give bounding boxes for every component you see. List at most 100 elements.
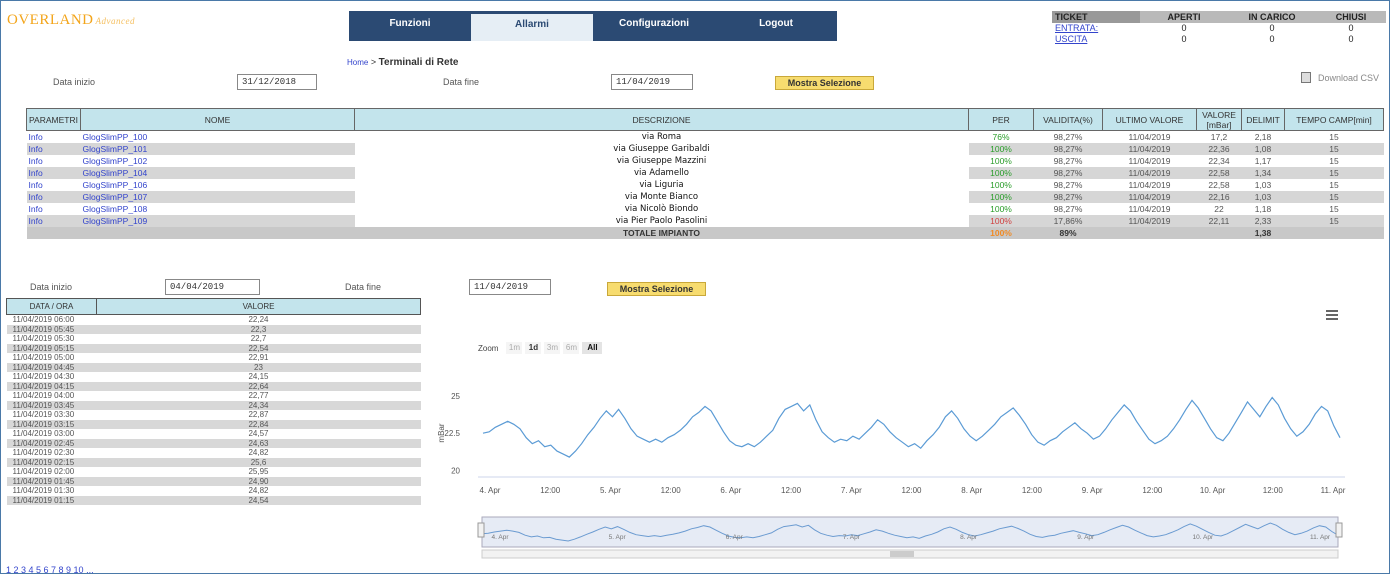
navigator-tick-label: 7. Apr bbox=[843, 534, 861, 541]
start-date-input-2[interactable]: 04/04/2019 bbox=[165, 279, 260, 295]
table-row: 11/04/2019 05:15 22,54 bbox=[6, 343, 421, 353]
table-row: 11/04/2019 03:15 22,84 bbox=[6, 419, 421, 429]
column-header[interactable]: DATA / ORA bbox=[6, 298, 97, 315]
terminal-name-link[interactable]: GlogSlimPP_101 bbox=[80, 142, 355, 155]
column-header[interactable]: TEMPO CAMP[min] bbox=[1284, 108, 1384, 131]
table-row[interactable]: Info GlogSlimPP_106 via Liguria 100% 98,27% 1… bbox=[27, 178, 1384, 191]
ticket-header: IN CARICO bbox=[1228, 11, 1316, 23]
table-row: 11/04/2019 04:15 22,64 bbox=[6, 381, 421, 391]
x-tick-label: 6. Apr bbox=[720, 486, 741, 495]
end-date-input[interactable]: 11/04/2019 bbox=[611, 74, 693, 90]
info-link[interactable]: Info bbox=[26, 190, 81, 203]
start-date-input[interactable]: 31/12/2018 bbox=[237, 74, 317, 90]
terminal-name-link[interactable]: GlogSlimPP_104 bbox=[80, 166, 355, 179]
ticket-link-entrata[interactable]: ENTRATA: bbox=[1052, 23, 1140, 34]
per-value: 100% bbox=[968, 142, 1034, 155]
delimit-value: 1,34 bbox=[1241, 166, 1285, 179]
column-header[interactable]: VALIDITA(%) bbox=[1033, 108, 1103, 131]
column-header[interactable]: VALORE [mBar] bbox=[1196, 108, 1242, 131]
table-row: 11/04/2019 04:45 23 bbox=[6, 362, 421, 372]
per-value: 100% bbox=[968, 166, 1034, 179]
table-row[interactable]: Info GlogSlimPP_101 via Giuseppe Garibaldi… bbox=[26, 142, 1384, 155]
spacer bbox=[26, 226, 81, 239]
x-tick-label: 9. Apr bbox=[1082, 486, 1103, 495]
nav-item-configurazioni[interactable]: Configurazioni bbox=[593, 11, 715, 41]
datetime-cell: 11/04/2019 01:45 bbox=[6, 476, 97, 486]
navigator-tick-label: 11. Apr bbox=[1310, 534, 1331, 541]
delimit-value: 2,33 bbox=[1241, 214, 1285, 227]
last-value: 11/04/2019 bbox=[1128, 131, 1171, 142]
nav-item-logout[interactable]: Logout bbox=[715, 11, 837, 41]
pressure-line-chart: mBar2522.5204. Apr 12:00 5. Apr 12:00 6. Apr… bbox=[437, 392, 1346, 559]
datetime-cell: 11/04/2019 03:30 bbox=[12, 410, 75, 419]
breadcrumb-separator: > bbox=[370, 57, 377, 67]
hamburger-menu-icon[interactable] bbox=[1326, 310, 1338, 320]
zoom-button-1d[interactable]: 1d bbox=[525, 342, 542, 354]
value-cell: 22,87 bbox=[248, 410, 269, 419]
datetime-cell: 11/04/2019 02:30 bbox=[12, 448, 75, 457]
info-link[interactable]: Info bbox=[27, 131, 81, 143]
terminal-name-link[interactable]: GlogSlimPP_106 bbox=[81, 179, 355, 191]
table-row[interactable]: Info GlogSlimPP_100 via Roma 76% 98,27% 11/04… bbox=[27, 130, 1384, 143]
brand-logo[interactable]: OVERLAND Advanced bbox=[7, 12, 135, 29]
column-header[interactable]: NOME bbox=[80, 108, 355, 131]
ticket-link-uscita[interactable]: USCITA bbox=[1052, 34, 1140, 45]
table-row[interactable]: Info GlogSlimPP_102 via Giuseppe Mazzini 10… bbox=[27, 154, 1384, 167]
info-link[interactable]: Info bbox=[26, 166, 81, 179]
info-link[interactable]: Info bbox=[26, 214, 81, 227]
zoom-button-1m[interactable]: 1m bbox=[506, 342, 523, 354]
per-value: 100% bbox=[990, 179, 1012, 190]
terminal-name-link[interactable]: GlogSlimPP_109 bbox=[80, 214, 355, 227]
info-link[interactable]: Info bbox=[26, 142, 81, 155]
breadcrumb-home[interactable]: Home bbox=[347, 58, 368, 67]
navigator-window bbox=[481, 516, 1339, 548]
terminal-name-link[interactable]: GlogSlimPP_100 bbox=[81, 131, 355, 143]
value-cell: 24,82 bbox=[248, 486, 269, 495]
pressure-value: 22 bbox=[1214, 203, 1224, 214]
table-row: 11/04/2019 01:15 24,54 bbox=[6, 495, 421, 505]
column-header[interactable]: PER bbox=[968, 108, 1034, 131]
table-row[interactable]: Info GlogSlimPP_104 via Adamello 100% 98,27%… bbox=[26, 166, 1384, 179]
nav-item-allarmi[interactable]: Allarmi bbox=[471, 11, 593, 41]
show-selection-button-2[interactable]: Mostra Selezione bbox=[607, 282, 706, 296]
end-date-input-2[interactable]: 11/04/2019 bbox=[469, 279, 551, 295]
value-cell: 24,90 bbox=[96, 476, 421, 486]
table-row: 11/04/2019 05:45 22,3 bbox=[6, 324, 421, 334]
nav-item-funzioni[interactable]: Funzioni bbox=[349, 11, 471, 41]
pagination[interactable]: 1 2 3 4 5 6 7 8 9 10 ... bbox=[6, 565, 94, 574]
delimit-value: 2,18 bbox=[1254, 131, 1272, 142]
terminal-name-link[interactable]: GlogSlimPP_102 bbox=[81, 155, 355, 167]
table-row[interactable]: Info GlogSlimPP_108 via Nicolò Biondo 100% 9… bbox=[27, 202, 1384, 215]
column-header[interactable]: PARAMETRI bbox=[26, 108, 81, 131]
column-header[interactable]: VALORE bbox=[96, 298, 421, 315]
terminal-name-link[interactable]: GlogSlimPP_107 bbox=[80, 190, 355, 203]
zoom-button-all[interactable]: All bbox=[582, 342, 603, 354]
datetime-cell: 11/04/2019 05:00 bbox=[12, 353, 75, 362]
x-tick-label: 8. Apr bbox=[961, 486, 982, 495]
table-row[interactable]: Info GlogSlimPP_107 via Monte Bianco 100% 98… bbox=[26, 190, 1384, 203]
info-link[interactable]: Info bbox=[27, 179, 81, 191]
x-tick-label: 12:00 bbox=[901, 486, 922, 495]
column-header[interactable]: ULTIMO VALORE bbox=[1102, 108, 1197, 131]
download-csv-link[interactable]: Download CSV bbox=[1318, 73, 1379, 83]
total-validity: 89% bbox=[1033, 226, 1103, 239]
zoom-button-3m[interactable]: 3m bbox=[544, 342, 561, 354]
info-link[interactable]: Info bbox=[27, 203, 81, 215]
terminal-name-link[interactable]: GlogSlimPP_108 bbox=[81, 203, 355, 215]
y-tick-label: 25 bbox=[451, 392, 460, 401]
sampling-time: 15 bbox=[1284, 166, 1384, 179]
info-link[interactable]: Info bbox=[27, 155, 81, 167]
ticket-header: CHIUSI bbox=[1316, 11, 1386, 23]
zoom-button-6m[interactable]: 6m bbox=[563, 342, 580, 354]
ticket-count: 0 bbox=[1269, 23, 1275, 33]
value-cell: 24,82 bbox=[248, 448, 269, 457]
download-icon[interactable] bbox=[1301, 72, 1311, 83]
show-selection-button[interactable]: Mostra Selezione bbox=[775, 76, 874, 90]
breadcrumb: Home > Terminali di Rete bbox=[347, 57, 458, 68]
navigator-handle-left bbox=[477, 522, 485, 538]
ticket-count: 0 bbox=[1348, 34, 1354, 44]
column-header[interactable]: DELIMIT bbox=[1241, 108, 1285, 131]
table-row[interactable]: Info GlogSlimPP_109 via Pier Paolo Pasolin… bbox=[26, 214, 1384, 227]
column-header[interactable]: DESCRIZIONE bbox=[354, 108, 969, 131]
x-tick-label: 12:00 bbox=[781, 486, 802, 495]
